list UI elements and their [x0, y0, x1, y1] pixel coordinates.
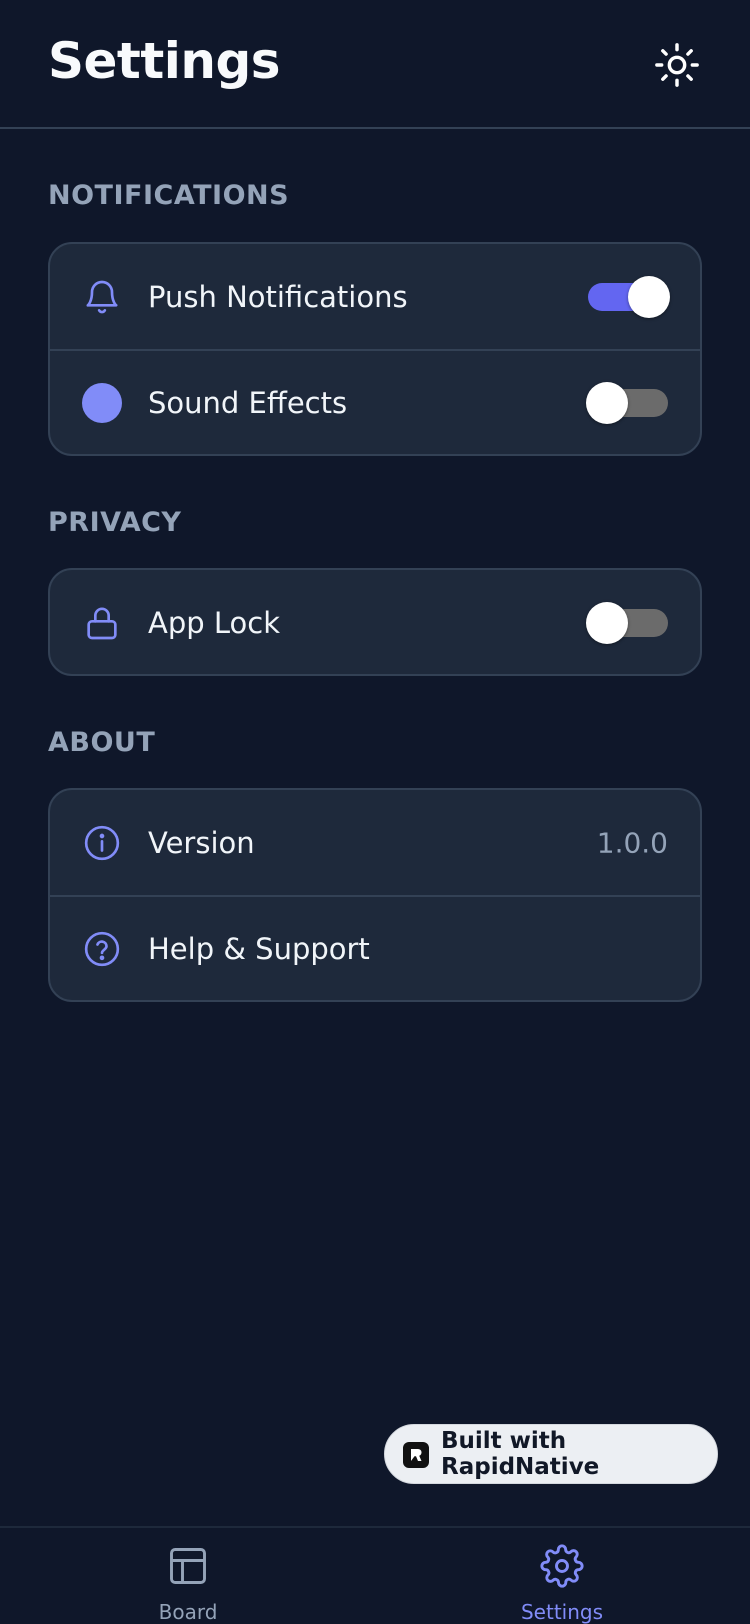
help-icon — [82, 929, 122, 969]
built-with-badge[interactable]: Built with RapidNative — [384, 1424, 718, 1484]
section-label-about: ABOUT — [48, 727, 156, 758]
about-card: Version 1.0.0 Help & Support — [48, 788, 702, 1002]
bell-icon — [82, 277, 122, 317]
gear-icon — [540, 1544, 584, 1588]
row-label: Help & Support — [148, 931, 370, 966]
toggle-knob — [628, 275, 670, 318]
settings-screen: Settings NOTIFICATIONS Push Notification… — [0, 0, 750, 1624]
row-label: Sound Effects — [148, 385, 348, 420]
sound-effects-toggle[interactable] — [586, 381, 668, 424]
tab-settings[interactable]: Settings — [482, 1528, 642, 1624]
row-help-support[interactable]: Help & Support — [50, 895, 700, 1000]
row-label: App Lock — [148, 605, 281, 640]
row-app-lock: App Lock — [50, 570, 700, 674]
section-label-privacy: PRIVACY — [48, 507, 182, 538]
row-label: Push Notifications — [148, 279, 408, 314]
app-lock-toggle[interactable] — [586, 601, 668, 644]
theme-toggle-button[interactable] — [652, 40, 702, 90]
toggle-knob — [586, 601, 628, 644]
sun-icon — [655, 43, 699, 87]
row-label: Version — [148, 825, 255, 860]
lock-icon — [82, 603, 122, 643]
section-label-notifications: NOTIFICATIONS — [48, 180, 290, 211]
info-icon — [82, 823, 122, 863]
tab-bar: Board Settings — [0, 1526, 750, 1624]
toggle-knob — [586, 381, 628, 424]
row-sound-effects: Sound Effects — [50, 349, 700, 454]
push-notifications-toggle[interactable] — [588, 275, 670, 318]
row-version: Version 1.0.0 — [50, 790, 700, 895]
row-push-notifications: Push Notifications — [50, 244, 700, 349]
page-title: Settings — [48, 32, 281, 90]
notifications-card: Push Notifications Sound Effects — [48, 242, 702, 456]
tab-label-board: Board — [158, 1600, 218, 1624]
header: Settings — [0, 0, 750, 129]
dot-icon — [82, 382, 122, 423]
rapidnative-logo-icon — [403, 1442, 429, 1468]
privacy-card: App Lock — [48, 568, 702, 676]
tab-board[interactable]: Board — [108, 1528, 268, 1624]
layout-icon — [170, 1548, 206, 1584]
tab-label-settings: Settings — [520, 1600, 604, 1624]
badge-text: Built with RapidNative — [441, 1428, 600, 1480]
version-value: 1.0.0 — [596, 826, 668, 859]
